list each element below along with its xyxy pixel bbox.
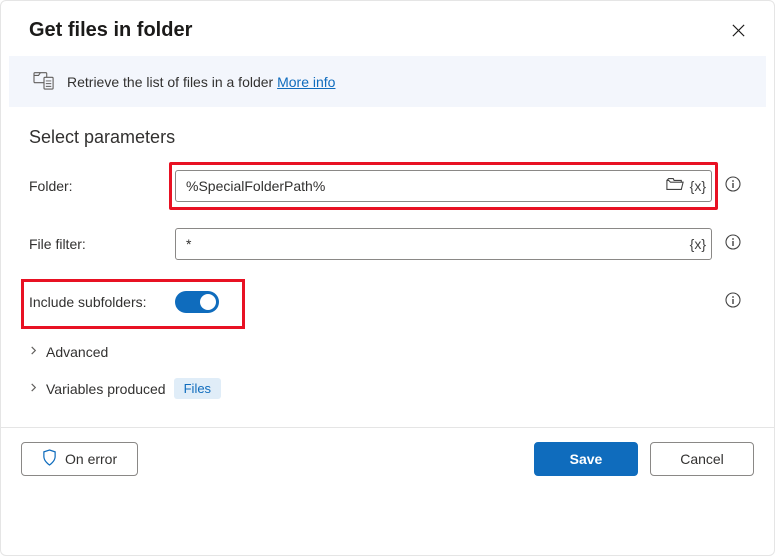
browse-folder-icon[interactable] xyxy=(666,176,684,197)
advanced-label: Advanced xyxy=(46,344,108,360)
folder-files-icon xyxy=(33,70,55,93)
shield-icon xyxy=(42,449,57,469)
variables-produced-label: Variables produced xyxy=(46,381,166,397)
folder-input[interactable] xyxy=(175,170,712,202)
include-subfolders-toggle[interactable] xyxy=(175,291,219,313)
dialog-title: Get files in folder xyxy=(29,19,192,42)
close-icon xyxy=(731,23,746,38)
info-text: Retrieve the list of files in a folder xyxy=(67,74,273,90)
info-icon[interactable] xyxy=(725,234,741,255)
variable-picker-icon[interactable]: {x} xyxy=(690,178,706,194)
info-icon[interactable] xyxy=(725,176,741,197)
section-title: Select parameters xyxy=(29,127,746,148)
info-icon[interactable] xyxy=(725,292,741,313)
more-info-link[interactable]: More info xyxy=(277,74,335,90)
variable-picker-icon[interactable]: {x} xyxy=(690,236,706,252)
cancel-button[interactable]: Cancel xyxy=(650,442,754,476)
close-button[interactable] xyxy=(727,19,750,42)
chevron-right-icon xyxy=(29,383,38,395)
info-bar: Retrieve the list of files in a folder M… xyxy=(9,56,766,107)
include-subfolders-label: Include subfolders: xyxy=(29,294,167,310)
variable-badge[interactable]: Files xyxy=(174,378,221,399)
toggle-knob xyxy=(200,294,216,310)
variables-produced-section[interactable]: Variables produced Files xyxy=(29,378,746,399)
on-error-button[interactable]: On error xyxy=(21,442,138,476)
file-filter-input[interactable] xyxy=(175,228,712,260)
file-filter-label: File filter: xyxy=(29,236,167,252)
folder-label: Folder: xyxy=(29,178,167,194)
save-button[interactable]: Save xyxy=(534,442,638,476)
advanced-section[interactable]: Advanced xyxy=(29,344,746,360)
on-error-label: On error xyxy=(65,451,117,467)
chevron-right-icon xyxy=(29,346,38,358)
